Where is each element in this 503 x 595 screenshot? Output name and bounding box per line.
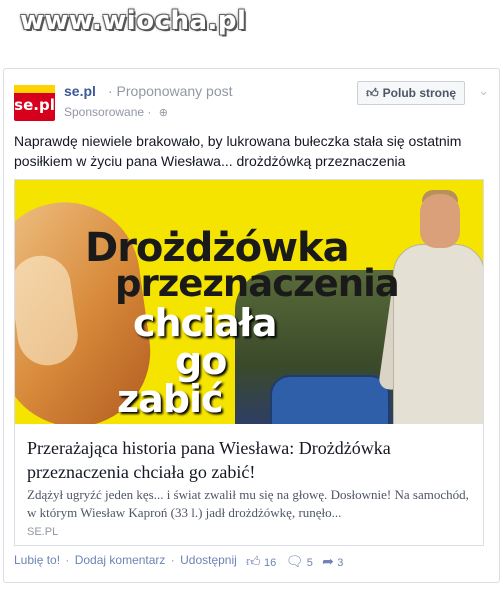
comment-icon: 🗨︎ — [285, 553, 304, 569]
logo-text: se.pl — [14, 96, 55, 114]
footer-separator: · — [167, 553, 179, 567]
sponsored-post-card: se.pl se.pl · Proponowany post Sponsorow… — [3, 68, 500, 583]
link-description: Zdążył ugryźć jeden kęs... i świat zwali… — [27, 487, 469, 520]
page-logo[interactable]: se.pl — [14, 85, 55, 121]
post-footer: Lubię to! · Dodaj komentarz · Udostępnij… — [14, 553, 489, 577]
man-head — [420, 194, 460, 248]
logo-stripe — [14, 85, 55, 93]
thumbs-up-icon: 👍︎ — [246, 553, 261, 569]
likes-count[interactable]: 👍︎ 16 — [246, 553, 276, 570]
man-body — [393, 244, 483, 424]
car-image — [270, 375, 390, 424]
hero-headline-line4: go — [175, 339, 227, 383]
watermark: www.wiocha.pl — [20, 6, 247, 36]
hero-headline-line2: przeznaczenia — [115, 262, 400, 305]
post-text: Naprawdę niewiele brakowało, by lukrowan… — [14, 133, 462, 169]
likes-count-number: 16 — [263, 557, 277, 569]
comment-link[interactable]: Dodaj komentarz — [75, 553, 166, 567]
globe-icon: ⊕ — [158, 107, 168, 119]
like-link[interactable]: Lubię to! — [14, 553, 60, 567]
post-header: se.pl se.pl · Proponowany post Sponsorow… — [14, 79, 489, 123]
shares-count-number: 3 — [337, 557, 344, 569]
engagement-counts: 👍︎ 16 🗨︎ 5 ➦ 3 — [246, 553, 349, 570]
bun-glaze — [15, 251, 82, 370]
link-title[interactable]: Przerażająca historia pana Wiesława: Dro… — [27, 436, 467, 484]
like-page-button[interactable]: 👍︎ Polub stronę — [357, 81, 465, 105]
footer-separator: · — [62, 553, 73, 567]
share-link[interactable]: Udostępnij — [180, 553, 237, 567]
sponsored-label[interactable]: Sponsorowane · — [64, 105, 151, 119]
like-page-label: Polub stronę — [382, 86, 456, 100]
thumbs-up-icon: 👍︎ — [366, 86, 379, 100]
comments-count-number: 5 — [306, 557, 313, 569]
suggested-post-label: · Proponowany post — [108, 83, 233, 99]
link-attachment[interactable]: Drożdżówka przeznaczenia chciała go zabi… — [14, 179, 484, 546]
page-name-link[interactable]: se.pl — [64, 83, 96, 99]
share-icon: ➦ — [322, 553, 334, 569]
hero-headline-line3: chciała — [133, 301, 278, 345]
hero-headline-line5: zabić — [117, 377, 224, 421]
comments-count[interactable]: 🗨︎ 5 — [286, 553, 313, 570]
hero-image[interactable]: Drożdżówka przeznaczenia chciała go zabi… — [15, 180, 483, 424]
chevron-down-icon[interactable]: ⌄ — [478, 83, 489, 99]
sponsored-label-row: Sponsorowane · ⊕ — [64, 105, 168, 119]
link-domain: SE.PL — [27, 526, 59, 538]
shares-count[interactable]: ➦ 3 — [322, 553, 343, 570]
